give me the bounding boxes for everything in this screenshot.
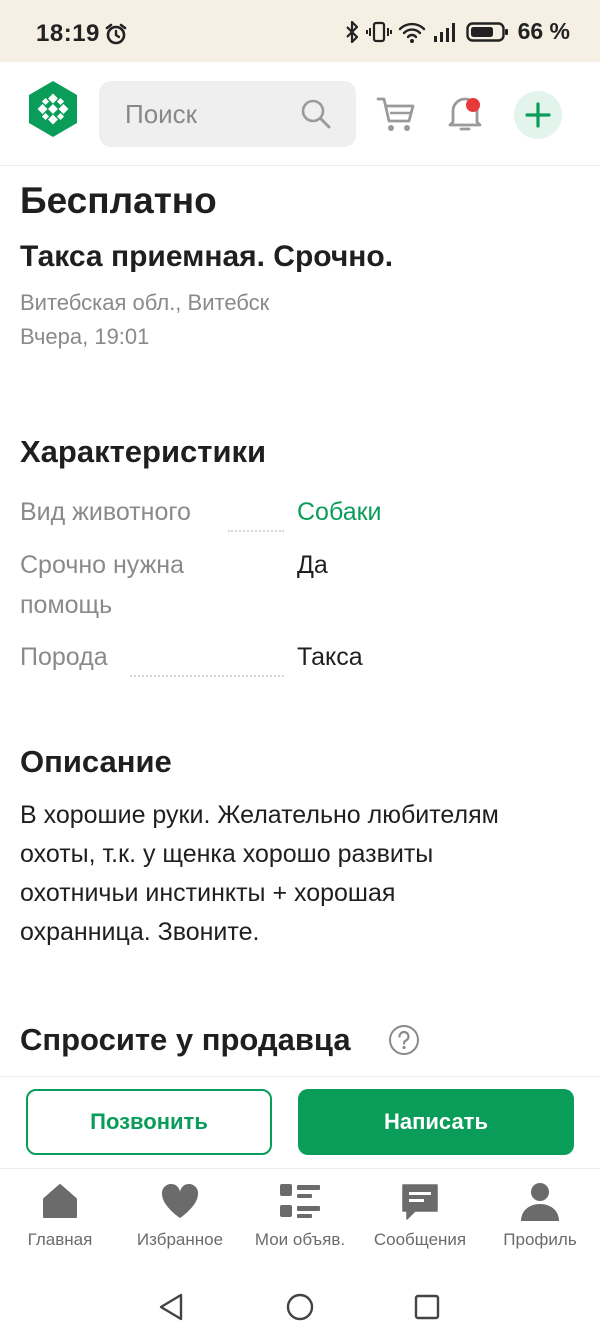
home-circle-icon[interactable] [286,1293,314,1326]
bottom-navigation: Главная Избранное Мои объяв. Сообщения П… [0,1168,600,1268]
notification-dot [466,98,480,112]
characteristic-label: Срочно нужна [20,551,185,579]
characteristic-label: Вид животного [20,498,191,526]
battery-icon [465,20,510,44]
app-header [0,62,600,166]
bluetooth-icon [344,20,360,44]
nav-item-home[interactable]: Главная [0,1169,120,1269]
nav-label: Главная [27,1230,93,1249]
system-navigation-bar [0,1268,600,1340]
description-text: В хорошие руки. Желательно любителям охо… [20,796,580,952]
characteristic-value: Такса [297,643,363,671]
nav-item-favorites[interactable]: Избранное [120,1169,240,1269]
nav-label: Мои объяв. [254,1230,346,1249]
write-button[interactable]: Написать [298,1089,574,1155]
help-icon[interactable] [388,1024,420,1061]
bell-icon[interactable] [445,92,485,139]
status-time: 18:19 [36,20,100,47]
list-icon [240,1181,360,1221]
description-line: охотничьи инстинкты + хорошая [20,879,396,907]
call-button[interactable]: Позвонить [26,1089,272,1155]
nav-item-my-listings[interactable]: Мои объяв. [240,1169,360,1269]
profile-icon [480,1181,600,1223]
characteristic-label-cont: помощь [20,591,113,619]
search-icon[interactable] [300,98,332,135]
nav-label: Сообщения [373,1230,467,1249]
description-heading: Описание [20,744,172,779]
characteristics-heading: Характеристики [20,434,267,469]
battery-percent: 66 % [517,18,570,44]
contact-action-bar: Позвонить Написать [0,1076,600,1168]
add-listing-button[interactable] [514,91,562,139]
wifi-icon [398,20,426,44]
cart-icon[interactable] [376,96,416,139]
plus-icon [525,102,551,128]
nav-label: Избранное [136,1230,224,1249]
logo-icon[interactable] [24,80,82,138]
listing-date: Вчера, 19:01 [20,324,150,349]
nav-item-messages[interactable]: Сообщения [360,1169,480,1269]
dotted-leader [130,675,284,677]
home-icon [0,1181,120,1221]
status-bar: 18:19 66 % [0,0,600,62]
dotted-leader [228,530,284,532]
status-icons: 66 % [344,18,570,45]
search-box[interactable] [99,81,356,147]
characteristic-value-link[interactable]: Собаки [297,492,382,532]
listing-title: Такса приемная. Срочно. [20,240,394,273]
ask-seller-heading: Спросите у продавца [20,1022,351,1057]
chat-icon [360,1181,480,1223]
description-line: В хорошие руки. Желательно любителям [20,801,499,829]
characteristic-label: Порода [20,643,108,671]
alarm-icon [104,22,128,51]
vibrate-icon [365,20,392,44]
listing-price: Бесплатно [20,180,217,221]
description-line: охоты, т.к. у щенка хорошо развиты [20,840,434,868]
search-input[interactable] [99,81,299,147]
characteristic-value: Да [297,551,328,579]
signal-icon [432,20,460,44]
nav-item-profile[interactable]: Профиль [480,1169,600,1269]
nav-label: Профиль [503,1230,577,1249]
back-icon[interactable] [158,1293,184,1326]
listing-location: Витебская обл., Витебск [20,290,270,315]
description-line: охранница. Звоните. [20,918,260,946]
recents-icon[interactable] [414,1294,440,1325]
heart-icon [120,1181,240,1221]
